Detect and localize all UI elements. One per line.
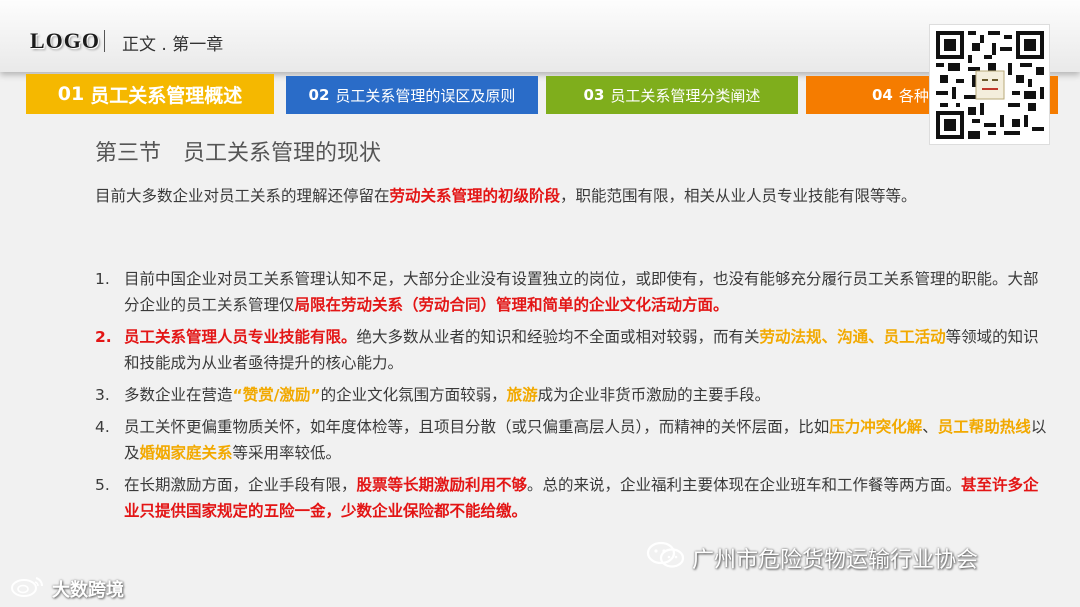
tab-03[interactable]: 03 员工关系管理分类阐述 (546, 76, 798, 114)
tab-label: 各种 (898, 86, 929, 105)
dashu-account-name: 大数跨境 (52, 579, 124, 601)
qr-code-icon (929, 24, 1050, 145)
list-highlight-gold: “赞赏/激励” (232, 386, 321, 404)
intro-text: ，职能范围有限，相关从业人员专业技能有限等等。 (560, 187, 917, 205)
intro-text: 目前大多数企业对员工关系的理解还停留在 (95, 187, 390, 205)
logo: LOGO (30, 28, 101, 53)
wechat-icon (646, 540, 686, 576)
wechat-watermark: 广州市危险货物运输行业协会 (646, 540, 978, 576)
list-number: 3. (95, 386, 110, 404)
list-text: 在长期激励方面，企业手段有限， (124, 476, 357, 494)
tab-label: 员工关系管理的误区及原则 (335, 86, 516, 105)
list-number: 4. (95, 418, 110, 436)
section-title: 第三节 员工关系管理的现状 (95, 141, 382, 166)
list-text: 等采用率较低。 (232, 444, 342, 462)
tab-number: 02 (308, 86, 330, 104)
list-highlight-gold: 员工帮助热线 (937, 418, 1031, 436)
list-highlight-red: 员工关系管理人员专业技能有限。 (124, 328, 357, 346)
list-highlight-red: 股票等长期激励利用不够 (356, 476, 528, 494)
list-text: 的企业文化氛围方面较弱， (320, 386, 507, 404)
list-number: 2. (95, 328, 112, 346)
list-text: 绝大多数从业者的知识和经验均不全面或相对较弱，而有关 (356, 328, 760, 346)
tab-label: 员工关系管理概述 (90, 84, 243, 107)
header-bar: LOGO 正文 . 第一章 (0, 0, 1080, 72)
tab-01[interactable]: 01 员工关系管理概述 (26, 74, 274, 114)
list-highlight-red: 局限在劳动关系（劳动合同）管理和简单的企业文化活动方面。 (294, 296, 729, 314)
list-highlight-gold: 沟通 (837, 328, 869, 346)
list-text: 成为企业非货币激励的主要手段。 (537, 386, 771, 404)
tab-number: 04 (872, 86, 893, 104)
dashu-watermark: 大数跨境 (10, 574, 124, 603)
list-item: 1. 目前中国企业对员工关系管理认知不足，大部分企业没有设置独立的岗位，或即使有… (95, 266, 1050, 318)
list-separator: 、 (868, 328, 884, 346)
list-text: 多数企业在营造 (124, 386, 233, 404)
list-number: 1. (95, 270, 110, 288)
list-separator: 、 (922, 418, 938, 436)
intro-highlight: 劳动关系管理的初级阶段 (389, 187, 561, 205)
list-separator: 、 (821, 328, 838, 346)
weibo-icon (10, 574, 46, 603)
list-highlight-gold: 员工活动 (883, 328, 946, 346)
header-divider (104, 30, 105, 52)
tab-number: 01 (57, 83, 85, 105)
list-number: 5. (95, 476, 110, 494)
list-text: 。总的来说，企业福利主要体现在企业班车和工作餐等两方面。 (527, 476, 962, 494)
list-item: 5. 在长期激励方面，企业手段有限，股票等长期激励利用不够。总的来说，企业福利主… (95, 472, 1050, 524)
chapter-title: 正文 . 第一章 (122, 35, 224, 55)
list-item: 2. 员工关系管理人员专业技能有限。绝大多数从业者的知识和经验均不全面或相对较弱… (95, 324, 1050, 376)
tab-label: 员工关系管理分类阐述 (610, 86, 761, 105)
list-item: 4. 员工关怀更偏重物质关怀，如年度体检等，且项目分散（或只偏重高层人员），而精… (95, 414, 1050, 466)
list-highlight-gold: 婚姻家庭关系 (139, 444, 233, 462)
section-tabs: 01 员工关系管理概述 02 员工关系管理的误区及原则 03 员工关系管理分类阐… (0, 74, 1080, 114)
list-item: 3. 多数企业在营造“赞赏/激励”的企业文化氛围方面较弱，旅游成为企业非货币激励… (95, 382, 1050, 408)
tab-02[interactable]: 02 员工关系管理的误区及原则 (286, 76, 538, 114)
list-highlight-gold: 压力冲突化解 (829, 418, 923, 436)
list-text: 员工关怀更偏重物质关怀，如年度体检等，且项目分散（或只偏重高层人员），而精神的关… (124, 418, 830, 436)
list-highlight-gold: 劳动法规 (759, 328, 822, 346)
intro-paragraph: 目前大多数企业对员工关系的理解还停留在劳动关系管理的初级阶段，职能范围有限，相关… (95, 184, 1055, 206)
tab-number: 03 (583, 86, 605, 104)
status-list: 1. 目前中国企业对员工关系管理认知不足，大部分企业没有设置独立的岗位，或即使有… (95, 266, 1050, 530)
list-highlight-gold: 旅游 (506, 386, 538, 404)
wechat-account-name: 广州市危险货物运输行业协会 (692, 548, 979, 573)
